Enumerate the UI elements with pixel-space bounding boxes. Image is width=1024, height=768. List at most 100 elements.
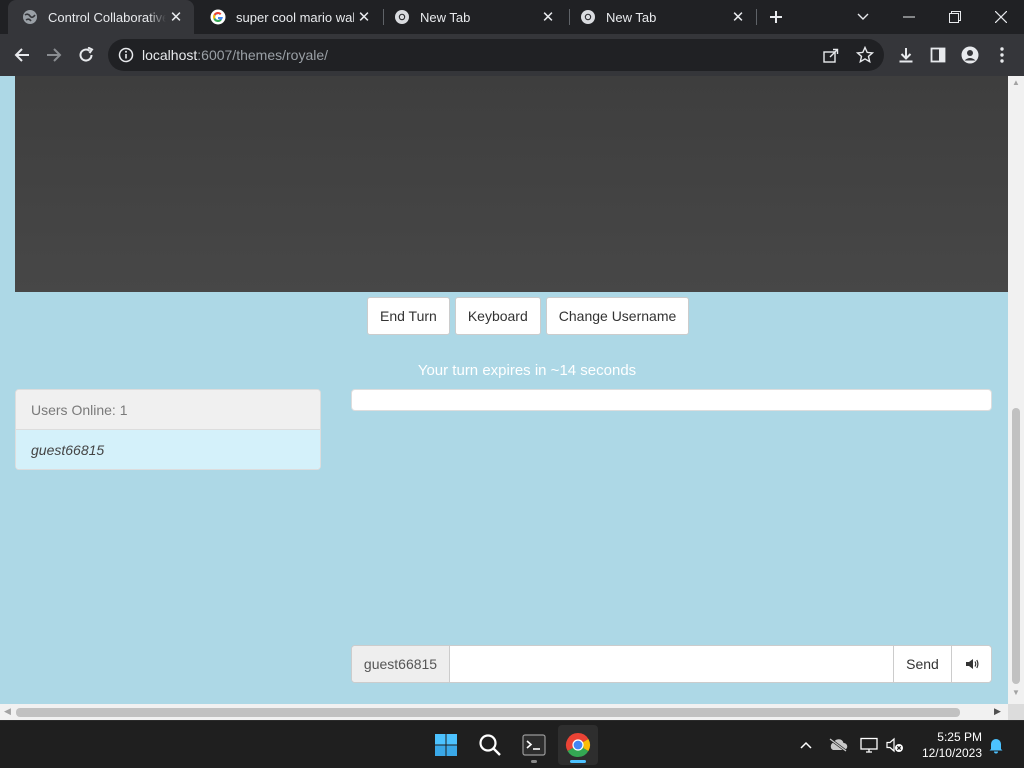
plus-icon xyxy=(770,11,782,23)
tab-title: New Tab xyxy=(606,9,657,25)
restore-icon xyxy=(949,11,961,23)
arrow-left-icon xyxy=(14,48,29,62)
close-icon xyxy=(995,11,1007,23)
scrollbar-corner xyxy=(1008,704,1024,720)
users-online-panel: Users Online: 1 guest66815 xyxy=(15,389,321,470)
turn-progress-bar xyxy=(351,389,992,411)
start-button[interactable] xyxy=(426,725,466,765)
display-tray-button[interactable] xyxy=(859,735,879,755)
control-buttons: End Turn Keyboard Change Username xyxy=(367,297,690,335)
sound-toggle-button[interactable] xyxy=(951,646,991,682)
profile-button[interactable] xyxy=(956,41,984,69)
active-indicator xyxy=(570,760,586,763)
turn-timer-text: Your turn expires in ~14 seconds xyxy=(417,362,637,379)
vertical-scroll-thumb[interactable] xyxy=(1012,408,1020,684)
address-bar[interactable]: localhost:6007/themes/royale/ xyxy=(108,39,884,71)
search-icon xyxy=(479,734,501,756)
onedrive-tray-button[interactable] xyxy=(828,735,848,755)
end-turn-button[interactable]: End Turn xyxy=(367,297,450,335)
tab-divider xyxy=(756,9,757,25)
keyboard-button[interactable]: Keyboard xyxy=(454,297,541,335)
share-icon[interactable] xyxy=(822,46,840,69)
side-panel-button[interactable] xyxy=(924,41,952,69)
send-button[interactable]: Send xyxy=(893,646,951,682)
chat-message-input[interactable] xyxy=(450,646,893,682)
terminal-taskbar-button[interactable] xyxy=(514,725,554,765)
new-tab-button[interactable] xyxy=(764,5,788,29)
chrome-taskbar-button[interactable] xyxy=(558,725,598,765)
monitor-icon xyxy=(860,737,878,753)
tab-strip: Control Collaborative ✕ super cool mario… xyxy=(0,0,1024,34)
close-icon[interactable]: ✕ xyxy=(728,7,748,27)
tab-title: New Tab xyxy=(420,9,471,25)
clock-time: 5:25 PM xyxy=(937,730,982,744)
running-indicator xyxy=(531,760,537,763)
tab-title: Control Collaborative xyxy=(48,9,166,25)
cloud-off-icon xyxy=(829,738,848,752)
url-host: localhost xyxy=(142,47,198,63)
back-button[interactable] xyxy=(8,41,36,69)
chat-username-label: guest66815 xyxy=(352,646,450,682)
tab-mario-wallpaper[interactable]: super cool mario wallp ✕ xyxy=(196,0,382,34)
vertical-scrollbar[interactable]: ▲ ▼ xyxy=(1008,76,1024,704)
downloads-button[interactable] xyxy=(892,41,920,69)
clock-date: 12/10/2023 xyxy=(921,746,982,760)
scroll-left-arrow-icon[interactable]: ◀ xyxy=(4,706,11,717)
chevron-up-icon xyxy=(800,741,812,749)
menu-button[interactable] xyxy=(988,41,1016,69)
tab-title: super cool mario wallp xyxy=(236,9,354,25)
chrome-icon xyxy=(565,733,591,758)
arrow-right-icon xyxy=(47,48,62,62)
side-panel-icon xyxy=(930,47,946,63)
volume-tray-button[interactable] xyxy=(885,735,905,755)
scroll-right-arrow-icon[interactable]: ▶ xyxy=(994,706,1001,717)
tab-control-collaborative[interactable]: Control Collaborative ✕ xyxy=(8,0,194,34)
reload-icon xyxy=(79,47,94,62)
search-button[interactable] xyxy=(470,725,510,765)
url-text: localhost:6007/themes/royale/ xyxy=(142,47,328,63)
close-icon[interactable]: ✕ xyxy=(166,7,186,27)
bookmark-star-icon[interactable] xyxy=(855,45,875,69)
minimize-button[interactable] xyxy=(886,0,932,34)
bell-icon xyxy=(989,739,1003,754)
tab-new-tab-1[interactable]: New Tab ✕ xyxy=(380,0,566,34)
chrome-icon xyxy=(580,9,596,25)
close-icon[interactable]: ✕ xyxy=(538,7,558,27)
terminal-icon xyxy=(522,734,546,756)
globe-icon xyxy=(22,9,38,25)
restore-button[interactable] xyxy=(932,0,978,34)
chrome-icon xyxy=(394,9,410,25)
page-viewport: End Turn Keyboard Change Username Your t… xyxy=(0,76,1008,704)
forward-button[interactable] xyxy=(40,41,68,69)
windows-start-icon xyxy=(435,734,457,756)
tab-search-button[interactable] xyxy=(840,0,886,34)
chat-input-group: guest66815 Send xyxy=(351,645,992,683)
windows-taskbar: 5:25 PM 12/10/2023 xyxy=(0,720,1024,768)
reload-button[interactable] xyxy=(72,41,100,69)
game-screen[interactable] xyxy=(15,76,1008,292)
close-window-button[interactable] xyxy=(978,0,1024,34)
users-online-heading: Users Online: 1 xyxy=(16,390,320,430)
horizontal-scrollbar[interactable]: ◀ ▶ xyxy=(0,704,1008,720)
show-hidden-icons-button[interactable] xyxy=(796,735,816,755)
speaker-icon xyxy=(965,659,978,669)
notifications-button[interactable] xyxy=(986,735,1006,755)
browser-toolbar: localhost:6007/themes/royale/ xyxy=(0,34,1024,76)
speaker-muted-icon xyxy=(886,737,903,753)
info-icon[interactable] xyxy=(118,47,134,68)
kebab-menu-icon xyxy=(1000,47,1004,63)
google-icon xyxy=(210,9,226,25)
tab-new-tab-2[interactable]: New Tab ✕ xyxy=(566,0,756,34)
scroll-up-arrow-icon[interactable]: ▲ xyxy=(1012,78,1020,87)
scroll-down-arrow-icon[interactable]: ▼ xyxy=(1012,688,1020,697)
minimize-icon xyxy=(903,16,915,18)
user-list-item[interactable]: guest66815 xyxy=(16,430,320,469)
profile-icon xyxy=(961,46,979,64)
url-path: :6007/themes/royale/ xyxy=(197,47,329,63)
taskbar-clock[interactable]: 5:25 PM 12/10/2023 xyxy=(912,729,982,761)
change-username-button[interactable]: Change Username xyxy=(545,297,690,335)
chevron-down-icon xyxy=(857,13,869,20)
close-icon[interactable]: ✕ xyxy=(354,7,374,27)
horizontal-scroll-thumb[interactable] xyxy=(16,708,960,717)
download-icon xyxy=(899,48,913,63)
